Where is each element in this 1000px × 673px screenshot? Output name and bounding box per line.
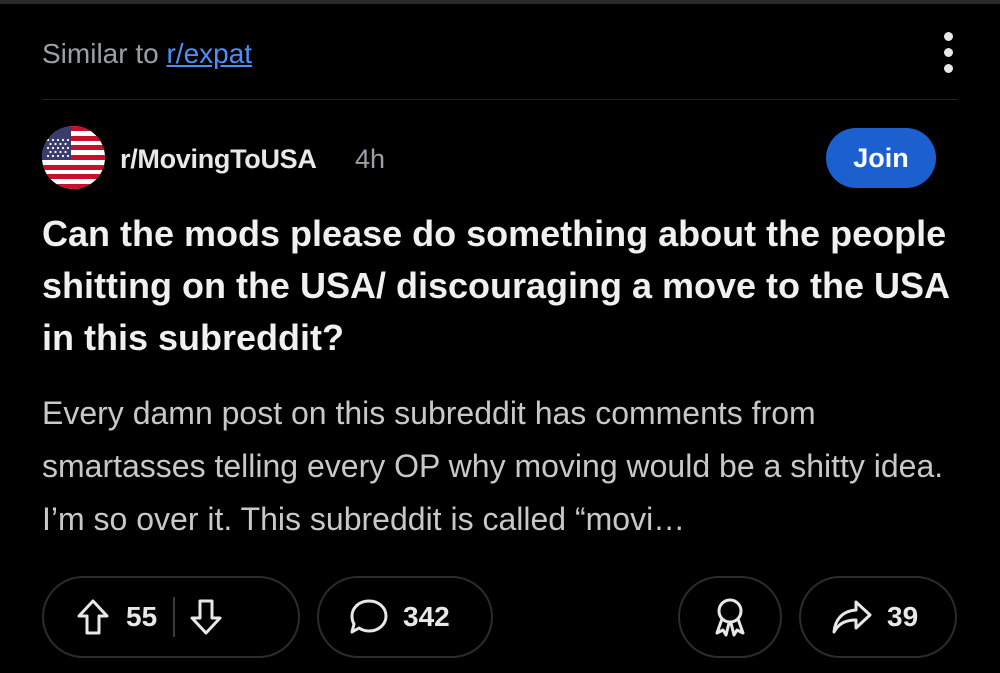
- kebab-dot: [944, 64, 953, 73]
- vote-bar: 55: [42, 576, 300, 658]
- divider: [42, 99, 958, 100]
- kebab-dot: [944, 48, 953, 57]
- kebab-dot: [944, 32, 953, 41]
- join-button[interactable]: Join: [826, 128, 936, 188]
- kebab-menu-icon[interactable]: [936, 30, 960, 76]
- upvote-count: 55: [126, 601, 158, 632]
- post-age: 4h: [355, 144, 386, 174]
- award-button[interactable]: [678, 576, 782, 658]
- share-icon: [831, 598, 873, 636]
- upvote-icon[interactable]: [76, 598, 110, 636]
- comment-count: 342: [403, 601, 450, 632]
- post-title[interactable]: Can the mods please do something about t…: [42, 208, 972, 364]
- vote-separator: [173, 597, 176, 637]
- subreddit-name[interactable]: r/MovingToUSA: [120, 144, 317, 175]
- award-icon: [710, 596, 750, 638]
- comment-icon: [349, 598, 389, 636]
- share-count: 39: [887, 601, 919, 632]
- post-body-preview[interactable]: Every damn post on this subreddit has co…: [42, 387, 952, 546]
- similar-to-text: Similar to r/expat: [42, 38, 252, 70]
- us-flag-avatar[interactable]: [42, 126, 105, 189]
- top-border: [0, 0, 1000, 4]
- post-community-row: r/MovingToUSA 4h Join: [42, 126, 936, 190]
- similar-to-prefix: Similar to: [42, 38, 167, 69]
- comments-button[interactable]: 342: [317, 576, 493, 658]
- share-button[interactable]: 39: [799, 576, 957, 658]
- recommendation-header: Similar to r/expat: [42, 30, 960, 80]
- downvote-icon[interactable]: [189, 598, 223, 636]
- similar-subreddit-link[interactable]: r/expat: [166, 38, 252, 69]
